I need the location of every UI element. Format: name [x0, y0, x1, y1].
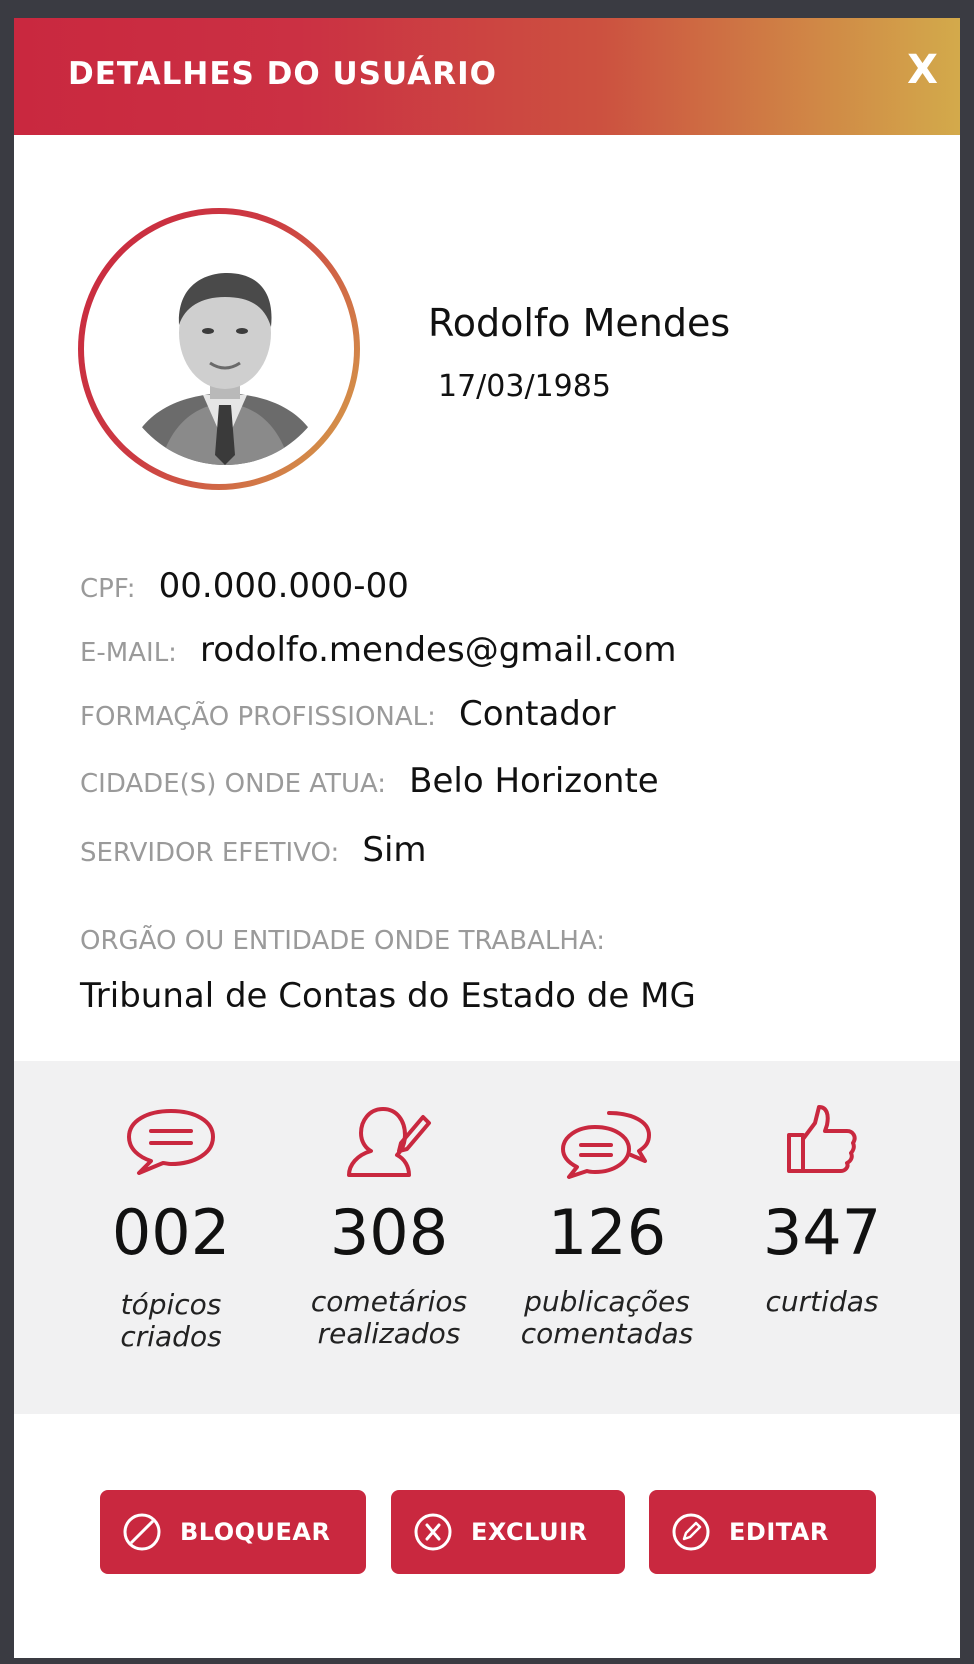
cpf-label: CPF: [80, 574, 136, 604]
stats-panel: 002 tópicos criados 308 cometários reali… [14, 1061, 960, 1414]
servidor-value: Sim [362, 830, 427, 870]
orgao-label: ORGÃO OU ENTIDADE ONDE TRABALHA: [80, 926, 606, 956]
stat-likes-label: curtidas [765, 1285, 879, 1318]
servidor-label: SERVIDOR EFETIVO: [80, 838, 340, 868]
formacao-label: FORMAÇÃO PROFISSIONAL: [80, 702, 436, 732]
chat-bubble-icon [127, 1109, 215, 1175]
email-field: E-MAIL: rodolfo.mendes@gmail.com [80, 630, 677, 670]
orgao-value: Tribunal de Contas do Estado de MG [80, 976, 696, 1016]
formacao-field: FORMAÇÃO PROFISSIONAL: Contador [80, 694, 616, 734]
block-icon [123, 1513, 161, 1551]
cidades-value: Belo Horizonte [409, 761, 659, 801]
modal-header: DETALHES DO USUÁRIO X [14, 18, 960, 135]
user-details-modal: DETALHES DO USUÁRIO X Rodolfo Mendes 17/… [14, 18, 960, 1658]
user-birth-date: 17/03/1985 [438, 369, 611, 404]
delete-icon [414, 1513, 452, 1551]
avatar-photo [115, 245, 335, 465]
block-button[interactable]: BLOQUEAR [100, 1490, 366, 1574]
email-label: E-MAIL: [80, 638, 177, 668]
user-name: Rodolfo Mendes [428, 301, 731, 345]
edit-button-label: EDITAR [729, 1518, 829, 1546]
edit-button[interactable]: EDITAR [649, 1490, 876, 1574]
conversation-icon [561, 1111, 651, 1179]
delete-button[interactable]: EXCLUIR [391, 1490, 625, 1574]
user-edit-icon [347, 1107, 431, 1177]
email-value: rodolfo.mendes@gmail.com [200, 630, 677, 670]
cpf-field: CPF: 00.000.000-00 [80, 566, 409, 606]
stat-comments-label: cometários realizados [310, 1285, 468, 1350]
close-button[interactable]: X [907, 50, 938, 90]
stat-topics-value: 002 [111, 1196, 231, 1269]
pencil-icon [672, 1513, 710, 1551]
cidades-label: CIDADE(S) ONDE ATUA: [80, 769, 387, 799]
block-button-label: BLOQUEAR [180, 1518, 331, 1546]
delete-button-label: EXCLUIR [471, 1518, 588, 1546]
cidades-field: CIDADE(S) ONDE ATUA: Belo Horizonte [80, 761, 659, 801]
stat-publications-value: 126 [547, 1196, 667, 1269]
modal-title: DETALHES DO USUÁRIO [68, 56, 497, 92]
thumbs-up-icon [787, 1105, 857, 1173]
servidor-field: SERVIDOR EFETIVO: Sim [80, 830, 427, 870]
stat-likes-value: 347 [762, 1196, 882, 1269]
formacao-value: Contador [459, 694, 616, 734]
stat-comments-value: 308 [329, 1196, 449, 1269]
cpf-value: 00.000.000-00 [158, 566, 409, 606]
avatar [78, 208, 360, 490]
stat-publications-label: publicações comentadas [520, 1285, 694, 1350]
stat-topics-label: tópicos criados [120, 1288, 222, 1353]
user-photo-icon [115, 245, 335, 465]
